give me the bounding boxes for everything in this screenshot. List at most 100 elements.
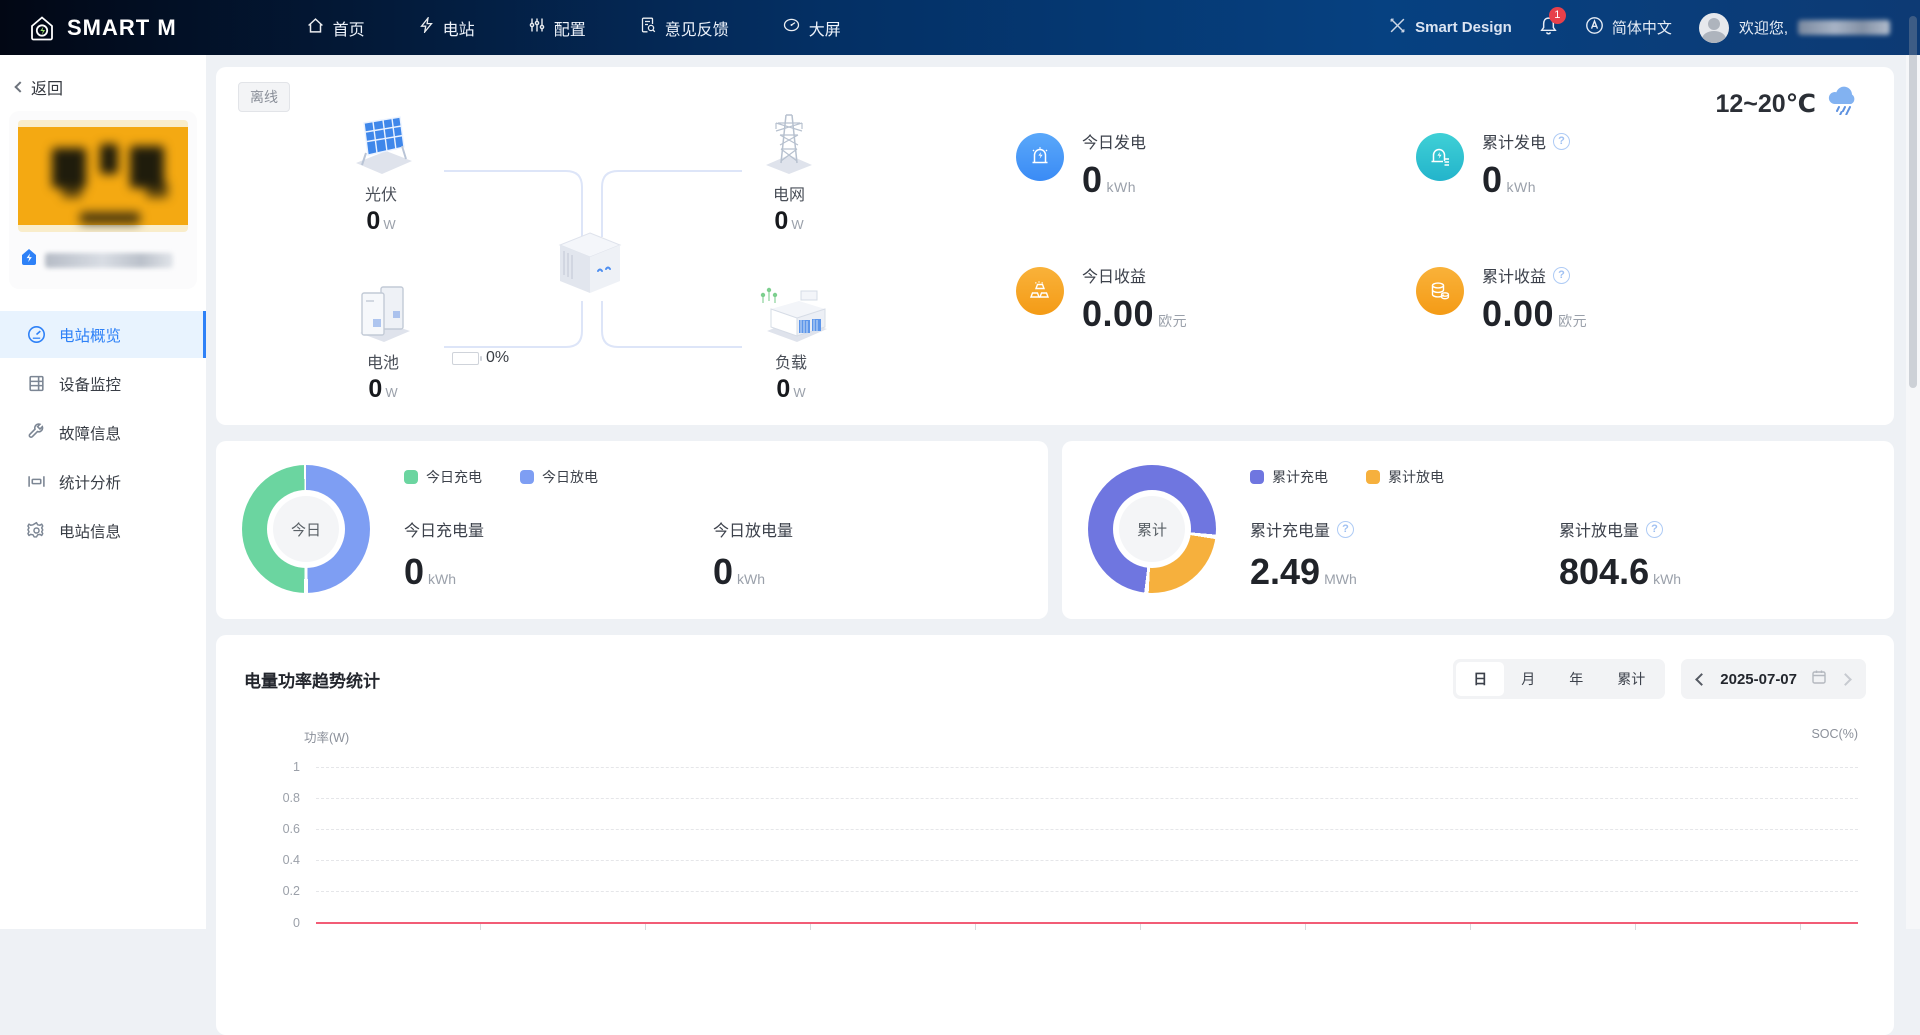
stat-value: 0.00 <box>1082 293 1154 334</box>
chevron-left-icon <box>14 81 25 92</box>
today-charge-stat: 今日充电量 0kWh <box>404 517 713 593</box>
main-content: 离线 12~20℃ <box>206 55 1920 929</box>
pv-value: 0 <box>366 207 380 235</box>
sidebar-item-label: 设备监控 <box>59 373 121 395</box>
stat-label: 累计发电 <box>1482 129 1546 153</box>
prev-date-button[interactable] <box>1695 673 1708 686</box>
pv-label: 光伏 <box>316 181 446 205</box>
stat-value: 0 <box>1482 159 1503 200</box>
brand[interactable]: SMART M <box>28 14 177 42</box>
nav-item-config[interactable]: 配置 <box>529 16 586 40</box>
period-day-button[interactable]: 日 <box>1456 662 1504 696</box>
dashboard-screen-icon <box>783 17 800 38</box>
power-trend-chart: 功率(W) SOC(%) 1 0.8 0.6 0.4 0.2 0 <box>244 727 1866 967</box>
sidebar-item-label: 电站概览 <box>59 324 121 346</box>
mid-stat-label: 今日放电量 <box>713 517 793 541</box>
battery-soc-indicator: 0% <box>452 349 509 367</box>
period-month-button[interactable]: 月 <box>1504 662 1552 696</box>
date-value[interactable]: 2025-07-07 <box>1720 671 1797 688</box>
load-unit: W <box>793 385 805 400</box>
sidebar-item-faults[interactable]: 故障信息 <box>0 409 206 456</box>
calendar-icon[interactable] <box>1811 669 1827 689</box>
next-date-button[interactable] <box>1839 673 1852 686</box>
rain-cloud-icon <box>1826 85 1860 122</box>
notification-bell[interactable]: 1 <box>1539 16 1558 40</box>
nav-item-feedback[interactable]: 意见反馈 <box>640 16 729 40</box>
help-icon[interactable] <box>1646 521 1663 538</box>
total-charge-stat: 累计充电量 2.49MWh <box>1250 517 1559 593</box>
battery-value: 0 <box>368 375 382 403</box>
grid-label: 电网 <box>724 181 854 205</box>
sidebar-item-devices[interactable]: 设备监控 <box>0 360 206 407</box>
flow-node-battery: 电池 0W <box>318 277 448 404</box>
temperature-range: 12~20℃ <box>1716 89 1817 119</box>
legend-label: 今日充电 <box>426 467 482 487</box>
battery-unit: W <box>385 385 397 400</box>
language-globe-icon <box>1585 16 1604 39</box>
inverter-cube-icon <box>552 227 628 306</box>
daily-total-row: 今日 今日充电 今日放电 今日充电量 0kWh 今日放电量 0kWh <box>216 441 1894 619</box>
back-label: 返回 <box>31 75 63 99</box>
nav-item-label: 首页 <box>333 16 365 40</box>
legend-label: 今日放电 <box>542 467 598 487</box>
design-tools-icon <box>1389 17 1406 38</box>
scrollbar-thumb[interactable] <box>1909 16 1917 388</box>
today-donut-chart: 今日 <box>242 465 370 593</box>
period-total-button[interactable]: 累计 <box>1600 662 1662 696</box>
y-tick: 0.6 <box>283 822 300 836</box>
back-link[interactable]: 返回 <box>0 55 206 111</box>
station-name-redacted <box>45 253 173 268</box>
sidebar-item-label: 统计分析 <box>59 471 121 493</box>
welcome-label: 欢迎您, <box>1739 17 1788 38</box>
brand-name: SMART M <box>67 15 177 41</box>
legend-swatch-blue <box>520 470 534 484</box>
notification-badge: 1 <box>1549 7 1566 24</box>
language-switcher[interactable]: 简体中文 <box>1585 16 1672 39</box>
help-icon[interactable] <box>1553 267 1570 284</box>
legend-swatch-purple <box>1250 470 1264 484</box>
nav-item-label: 意见反馈 <box>665 16 729 40</box>
mid-stat-value: 0 <box>404 551 424 592</box>
generation-total-icon <box>1416 133 1464 181</box>
sidebar-item-overview[interactable]: 电站概览 <box>0 311 206 358</box>
flow-node-grid: 电网 0W <box>724 109 854 236</box>
nav-item-label: 大屏 <box>809 16 841 40</box>
help-icon[interactable] <box>1337 521 1354 538</box>
mid-stat-label: 今日充电量 <box>404 517 484 541</box>
flow-node-load: 负载 0W <box>726 277 856 404</box>
nav-item-bigscreen[interactable]: 大屏 <box>783 16 841 40</box>
sidebar-item-info[interactable]: 电站信息 <box>0 507 206 554</box>
load-building-icon <box>726 277 856 343</box>
total-charge-card: 累计 累计充电 累计放电 累计充电量 2.49MWh 累计放电量 804.6kW… <box>1062 441 1894 619</box>
stat-label: 累计收益 <box>1482 263 1546 287</box>
stat-unit: 欧元 <box>1158 313 1187 329</box>
sliders-icon <box>529 17 545 38</box>
overview-stats: 今日发电 0kWh 累计发电 0kWh <box>1016 129 1896 335</box>
stat-total-generation: 累计发电 0kWh <box>1416 129 1816 201</box>
nav-item-plant[interactable]: 电站 <box>419 16 475 40</box>
smart-design-link[interactable]: Smart Design <box>1389 17 1512 38</box>
stat-label: 今日发电 <box>1082 129 1146 153</box>
feedback-doc-icon <box>640 17 656 38</box>
user-account[interactable]: 欢迎您, <box>1699 13 1890 43</box>
mid-stat-unit: MWh <box>1324 571 1357 587</box>
nav-item-home[interactable]: 首页 <box>307 16 365 40</box>
legend-label: 累计充电 <box>1272 467 1328 487</box>
station-logo-image <box>18 120 188 232</box>
grid-unit: W <box>791 217 803 232</box>
avatar <box>1699 13 1729 43</box>
stat-today-generation: 今日发电 0kWh <box>1016 129 1416 201</box>
nav-item-label: 电站 <box>443 16 475 40</box>
y-axis-label-power: 功率(W) <box>304 727 349 746</box>
solar-panel-icon <box>316 109 446 175</box>
period-toggle: 日 月 年 累计 <box>1453 659 1665 699</box>
main-nav: 首页 电站 配置 意见 <box>307 16 841 40</box>
y-tick: 0.4 <box>283 853 300 867</box>
sidebar-item-statistics[interactable]: 统计分析 <box>0 458 206 505</box>
period-year-button[interactable]: 年 <box>1552 662 1600 696</box>
energy-flow-diagram: 光伏 0W 电网 0W <box>294 109 894 409</box>
power-tower-icon <box>724 109 854 175</box>
help-icon[interactable] <box>1553 133 1570 150</box>
mid-stat-unit: kWh <box>428 571 456 587</box>
load-value: 0 <box>776 375 790 403</box>
